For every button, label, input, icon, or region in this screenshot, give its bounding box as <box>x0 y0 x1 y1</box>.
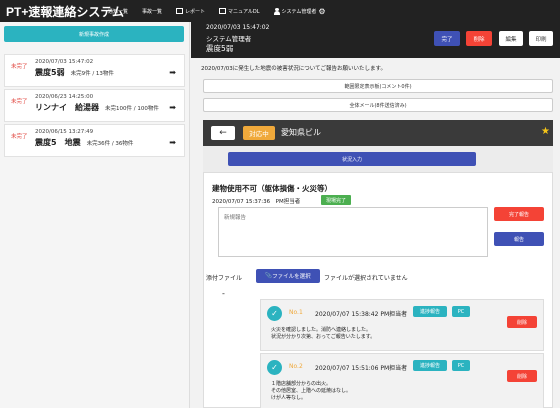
choose-file-label: ファイルを選択 <box>272 274 311 280</box>
incident-header-date: 2020/07/03 15:47:02 <box>206 24 270 31</box>
report-line: けが人等なし。 <box>271 395 307 401</box>
restricted-board-button[interactable]: 範囲限定表示板(コメント0件) <box>203 79 553 93</box>
app-title[interactable]: PT+速報連絡システム <box>0 3 124 20</box>
site-complete-badge: 現場完了 <box>321 195 351 205</box>
nav-notifications[interactable]: 通知一覧 <box>108 8 128 15</box>
report-line: 火災を確認しました。消防へ連絡しました。 <box>271 327 372 333</box>
incident-header-user: システム管理者 <box>206 35 252 43</box>
building-name: 愛知県ビル <box>281 128 321 137</box>
incident-date: 2020/06/23 14:25:00 <box>35 94 94 100</box>
incident-list-item[interactable]: 未完了 2020/06/23 14:25:00 リンナイ 給湯器 未完100件 /… <box>4 89 185 122</box>
incident-title-text: 震度5 地震 <box>35 138 81 147</box>
report-line: 状況が分かり次第、おってご報告いたします。 <box>271 334 376 340</box>
incident-status: 未完了 <box>11 134 28 140</box>
back-button[interactable]: ← <box>211 126 235 140</box>
check-icon: ✓ <box>267 360 282 375</box>
nav-user-label: システム管理者 <box>281 8 317 15</box>
arrow-right-icon: ➡ <box>169 138 176 147</box>
delete-button[interactable]: 削除 <box>466 31 492 46</box>
arrow-right-icon: ➡ <box>169 68 176 77</box>
report-body: 火災を確認しました。消防へ連絡しました。 状況が分かり次第、おってご報告いたしま… <box>271 327 375 341</box>
incident-header: 2020/07/03 15:47:02 システム管理者 震度5弱 完了 削除 編… <box>191 22 560 58</box>
user-icon <box>273 7 280 15</box>
arrow-left-icon: ← <box>219 128 227 138</box>
nav-report[interactable]: レポート <box>176 8 205 15</box>
status-card: 建物使用不可（躯体損傷・火災等） 2020/07/07 15:37:36 PM担… <box>203 172 553 408</box>
status-card-title: 建物使用不可（躯体損傷・火災等） <box>212 184 332 193</box>
pc-tag: PC <box>452 306 470 317</box>
manual-icon <box>219 8 227 14</box>
gear-icon[interactable]: ⚙ <box>318 7 325 16</box>
incident-status: 未完了 <box>11 64 28 70</box>
all-mail-button[interactable]: 全体メール(8件送信済み) <box>203 98 553 112</box>
progress-tag: 進捗報告 <box>413 306 447 317</box>
attachment-label: 添付ファイル <box>206 275 243 282</box>
delete-report-button[interactable]: 削除 <box>507 316 537 328</box>
choose-file-button[interactable]: 📎 ファイルを選択 <box>256 269 320 283</box>
incident-title: 震度5弱 未完9件 / 13物件 <box>35 67 114 78</box>
nav-notifications-label: 通知一覧 <box>108 8 129 15</box>
incident-counts: 未完36件 / 36物件 <box>86 141 134 147</box>
incident-title-text: 震度5弱 <box>35 68 65 77</box>
report-line: その他居室、上階への延焼はなし。 <box>271 388 352 394</box>
report-icon <box>176 8 184 14</box>
status-input-button[interactable]: 状況入力 <box>228 152 476 166</box>
report-time: 2020/07/07 15:38:42 PM担当者 <box>315 311 408 318</box>
incident-date: 2020/06/15 13:27:49 <box>35 129 94 135</box>
file-status: ファイルが選択されていません <box>324 275 408 282</box>
check-icon: ✓ <box>267 306 282 321</box>
nav-manual-label: マニュアルDL <box>228 8 260 15</box>
new-report-textarea[interactable] <box>218 207 488 257</box>
report-body: １階店舗部分からの出火。 その他居室、上階への延焼はなし。 けが人等なし。 <box>271 381 351 402</box>
pc-tag: PC <box>452 360 470 371</box>
incident-date: 2020/07/03 15:47:02 <box>35 59 94 65</box>
report-done-button[interactable]: 完了報告 <box>494 207 544 221</box>
incident-title: 震度5 地震 未完36件 / 36物件 <box>35 137 133 148</box>
report-number: No.2 <box>289 363 303 370</box>
nav-incidents[interactable]: 事故一覧 <box>142 8 162 15</box>
arrow-right-icon: ➡ <box>169 103 176 112</box>
nav-report-label: レポート <box>185 8 206 15</box>
delete-report-button[interactable]: 削除 <box>507 370 537 382</box>
report-button[interactable]: 報告 <box>494 232 544 246</box>
attachment-placeholder: - <box>222 289 225 298</box>
nav-user-menu[interactable]: システム管理者 ⚙ <box>273 7 326 16</box>
incident-list-item[interactable]: 未完了 2020/07/03 15:47:02 震度5弱 未完9件 / 13物件 … <box>4 54 185 87</box>
nav-manual-download[interactable]: マニュアルDL <box>219 8 260 15</box>
report-number: No.1 <box>289 309 303 316</box>
print-button[interactable]: 印刷 <box>529 31 553 46</box>
building-bar: ← 対応中 愛知県ビル ★ <box>203 120 553 146</box>
incident-sidebar: 新規事故作成 未完了 2020/07/03 15:47:02 震度5弱 未完9件 … <box>0 22 190 408</box>
status-badge: 対応中 <box>243 126 275 140</box>
report-line: １階店舗部分からの出火。 <box>271 381 332 387</box>
incident-title: リンナイ 給湯器 未完100件 / 100物件 <box>35 102 159 113</box>
complete-button[interactable]: 完了 <box>434 31 460 46</box>
main-nav: 通知一覧 事故一覧 レポート マニュアルDL システム管理者 ⚙ <box>108 7 340 16</box>
edit-button[interactable]: 編集 <box>499 31 523 46</box>
paperclip-icon: 📎 <box>265 273 273 279</box>
status-card-date: 2020/07/07 15:37:36 PM担当者 <box>212 199 301 205</box>
report-time: 2020/07/07 15:51:06 PM担当者 <box>315 365 408 372</box>
incident-counts: 未完9件 / 13物件 <box>70 71 114 77</box>
top-bar: PT+速報連絡システム 通知一覧 事故一覧 レポート マニュアルDL システム管… <box>0 0 560 22</box>
incident-status: 未完了 <box>11 99 28 105</box>
incident-title-text: リンナイ 給湯器 <box>35 103 99 112</box>
building-detail: ← 対応中 愛知県ビル ★ 状況入力 建物使用不可（躯体損傷・火災等） 2020… <box>203 120 553 408</box>
incident-counts: 未完100件 / 100物件 <box>105 106 159 112</box>
incident-notice: 2020/07/03に発生した地震の被害状況についてご報告お願いいたします。 <box>201 66 386 72</box>
progress-report: ✓ No.1 2020/07/07 15:38:42 PM担当者 進捗報告 PC… <box>260 299 544 351</box>
create-incident-button[interactable]: 新規事故作成 <box>4 26 184 42</box>
progress-report: ✓ No.2 2020/07/07 15:51:06 PM担当者 進捗報告 PC… <box>260 353 544 408</box>
nav-incidents-label: 事故一覧 <box>142 8 163 15</box>
star-icon[interactable]: ★ <box>541 126 550 137</box>
incident-header-name: 震度5弱 <box>206 44 234 53</box>
incident-list-item[interactable]: 未完了 2020/06/15 13:27:49 震度5 地震 未完36件 / 36… <box>4 124 185 157</box>
progress-tag: 進捗報告 <box>413 360 447 371</box>
